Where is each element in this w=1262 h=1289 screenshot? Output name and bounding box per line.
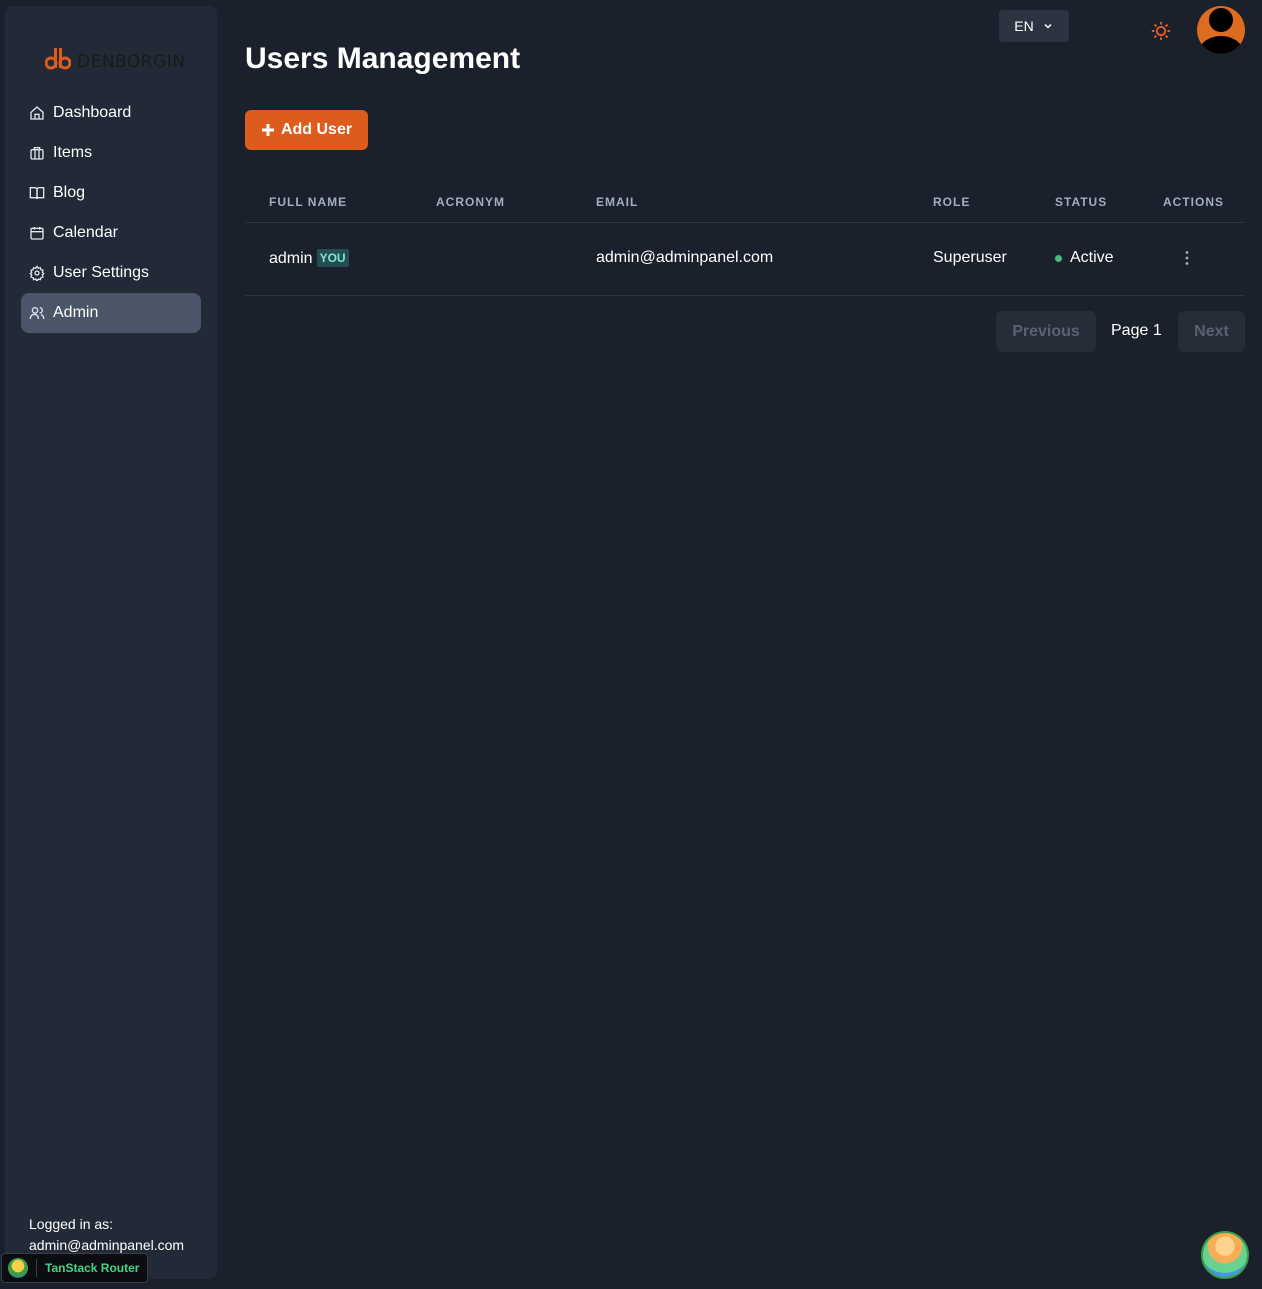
- sidebar-item-dashboard[interactable]: Dashboard: [21, 93, 201, 133]
- column-header-email: EMAIL: [596, 195, 639, 209]
- more-actions-icon[interactable]: [1178, 249, 1196, 267]
- gear-icon: [29, 265, 45, 281]
- table-header: FULL NAME ACRONYM EMAIL ROLE STATUS ACTI…: [245, 180, 1245, 223]
- avatar-silhouette: [1199, 8, 1243, 54]
- divider: [36, 1259, 37, 1277]
- column-header-full-name: FULL NAME: [269, 195, 348, 209]
- cell-role: Superuser: [933, 249, 1007, 266]
- you-badge: YOU: [316, 249, 349, 267]
- page-indicator: Page 1: [1111, 322, 1162, 339]
- pagination: Previous Page 1 Next: [996, 311, 1245, 352]
- sun-icon[interactable]: [1150, 20, 1172, 42]
- column-header-status: STATUS: [1055, 195, 1108, 209]
- cell-email: admin@adminpanel.com: [596, 249, 774, 266]
- brand-name: DENBORGIN: [77, 52, 186, 72]
- language-select[interactable]: EN: [999, 10, 1069, 42]
- previous-page-button[interactable]: Previous: [996, 311, 1096, 352]
- sidebar-item-label: Blog: [53, 184, 86, 201]
- logged-in-label: Logged in as:: [29, 1216, 114, 1232]
- logo-icon: [45, 48, 71, 70]
- user-avatar-icon[interactable]: [1197, 6, 1245, 54]
- logged-in-info: Logged in as: admin@adminpanel.com: [29, 1214, 184, 1256]
- column-header-actions: ACTIONS: [1163, 195, 1224, 209]
- table-row: admin YOU admin@adminpanel.com Superuser …: [245, 223, 1245, 296]
- sidebar-item-label: Admin: [53, 304, 99, 321]
- cell-full-name: admin YOU: [269, 249, 349, 268]
- add-user-button[interactable]: Add User: [245, 110, 368, 150]
- page-title: Users Management: [245, 42, 521, 75]
- book-icon: [29, 187, 45, 200]
- cell-status: Active: [1055, 249, 1114, 267]
- add-user-label: Add User: [280, 121, 353, 138]
- brand-logo[interactable]: DENBORGIN: [45, 46, 186, 72]
- briefcase-icon: [30, 147, 44, 160]
- plus-icon: [261, 124, 274, 136]
- column-header-role: ROLE: [933, 195, 971, 209]
- sidebar-item-blog[interactable]: Blog: [21, 173, 201, 213]
- column-header-acronym: ACRONYM: [436, 195, 505, 209]
- sidebar-item-label: Calendar: [53, 224, 118, 241]
- sidebar-item-user-settings[interactable]: User Settings: [21, 253, 201, 293]
- devtools-launcher-icon[interactable]: [1201, 1231, 1249, 1279]
- tanstack-logo-icon: [8, 1258, 28, 1278]
- sidebar: DENBORGIN Dashboard Items Blog Calendar …: [5, 6, 217, 1279]
- status-text: Active: [1070, 249, 1114, 266]
- calendar-icon: [30, 227, 44, 240]
- sidebar-item-label: User Settings: [53, 264, 150, 281]
- sidebar-item-admin[interactable]: Admin: [21, 293, 201, 333]
- sidebar-item-items[interactable]: Items: [21, 133, 201, 173]
- sidebar-nav: Dashboard Items Blog Calendar User Setti…: [21, 93, 201, 333]
- home-icon: [30, 106, 44, 120]
- tanstack-label: TanStack Router: [45, 1261, 140, 1275]
- sidebar-item-label: Items: [53, 144, 93, 161]
- tanstack-router-devtools-toggle[interactable]: TanStack Router: [1, 1253, 148, 1283]
- users-table: FULL NAME ACRONYM EMAIL ROLE STATUS ACTI…: [245, 180, 1245, 296]
- user-full-name: admin: [269, 250, 313, 267]
- next-page-button[interactable]: Next: [1178, 311, 1245, 352]
- language-value: EN: [1014, 18, 1034, 34]
- users-icon: [29, 307, 45, 319]
- chevron-down-icon: [1044, 23, 1052, 29]
- sidebar-item-label: Dashboard: [53, 104, 132, 121]
- sidebar-item-calendar[interactable]: Calendar: [21, 213, 201, 253]
- status-dot: [1055, 254, 1062, 262]
